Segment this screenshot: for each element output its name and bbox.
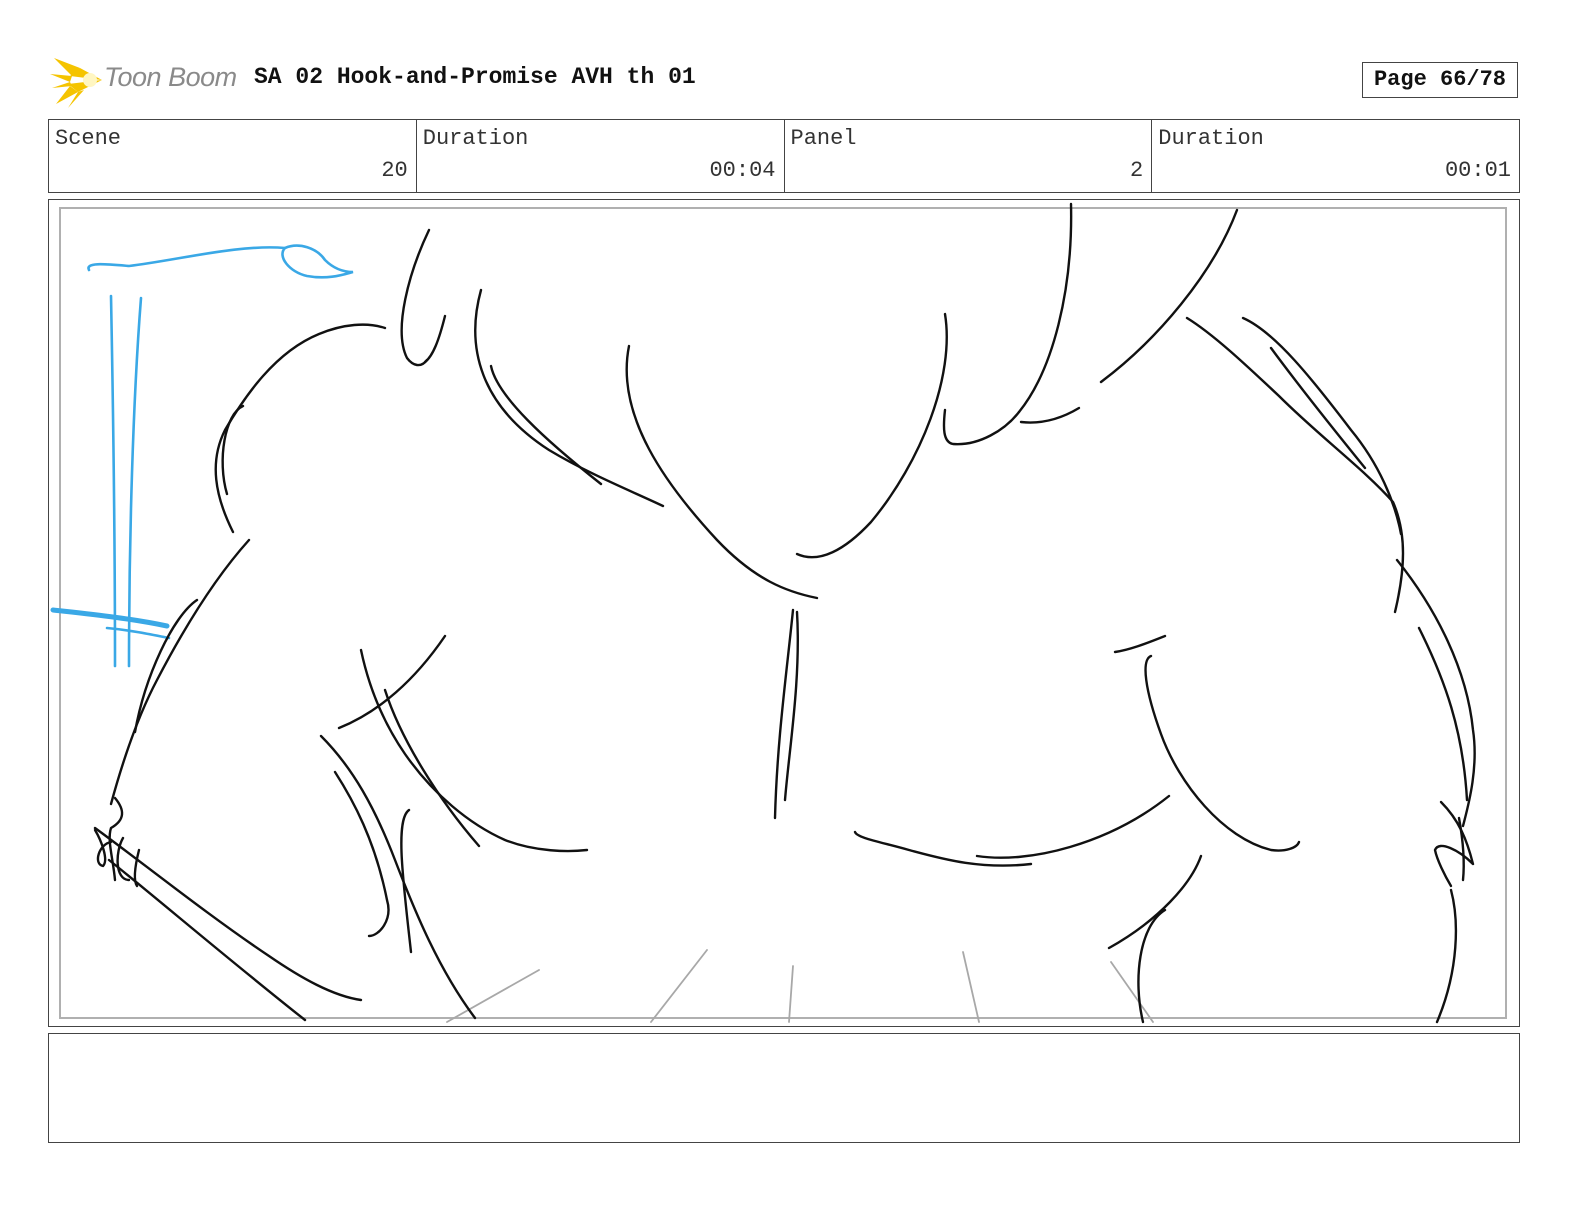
panel-duration-label: Duration [1158,126,1264,151]
page-counter: Page 66/78 [1362,62,1518,98]
scene-info-table: Scene 20 Duration 00:04 Panel 2 Duration… [48,119,1520,193]
scene-value: 20 [381,158,408,183]
character-sketch-lines [93,202,1476,1024]
panel-notes-box [48,1033,1520,1143]
document-title: SA 02 Hook-and-Promise AVH th 01 [254,64,696,90]
panel-duration-cell: Duration 00:01 [1152,120,1519,192]
blue-layout-lines [50,244,354,668]
logo-text: Toon Boom [104,62,237,92]
scene-duration-value: 00:04 [709,158,776,183]
scene-label: Scene [55,126,122,151]
panel-value: 2 [1130,158,1144,183]
scene-duration-label: Duration [422,126,529,151]
panel-label: Panel [790,126,857,151]
scene-duration-cell: Duration 00:04 [417,120,785,192]
scene-cell: Scene 20 [49,120,417,192]
panel-sketch [50,202,1476,1024]
panel-cell: Panel 2 [785,120,1153,192]
storyboard-panel [48,199,1520,1027]
construction-lines [446,949,1154,1023]
panel-duration-value: 00:01 [1444,158,1511,183]
toon-boom-burst-icon [50,54,102,108]
toon-boom-logo: Toon Boom [50,54,240,108]
